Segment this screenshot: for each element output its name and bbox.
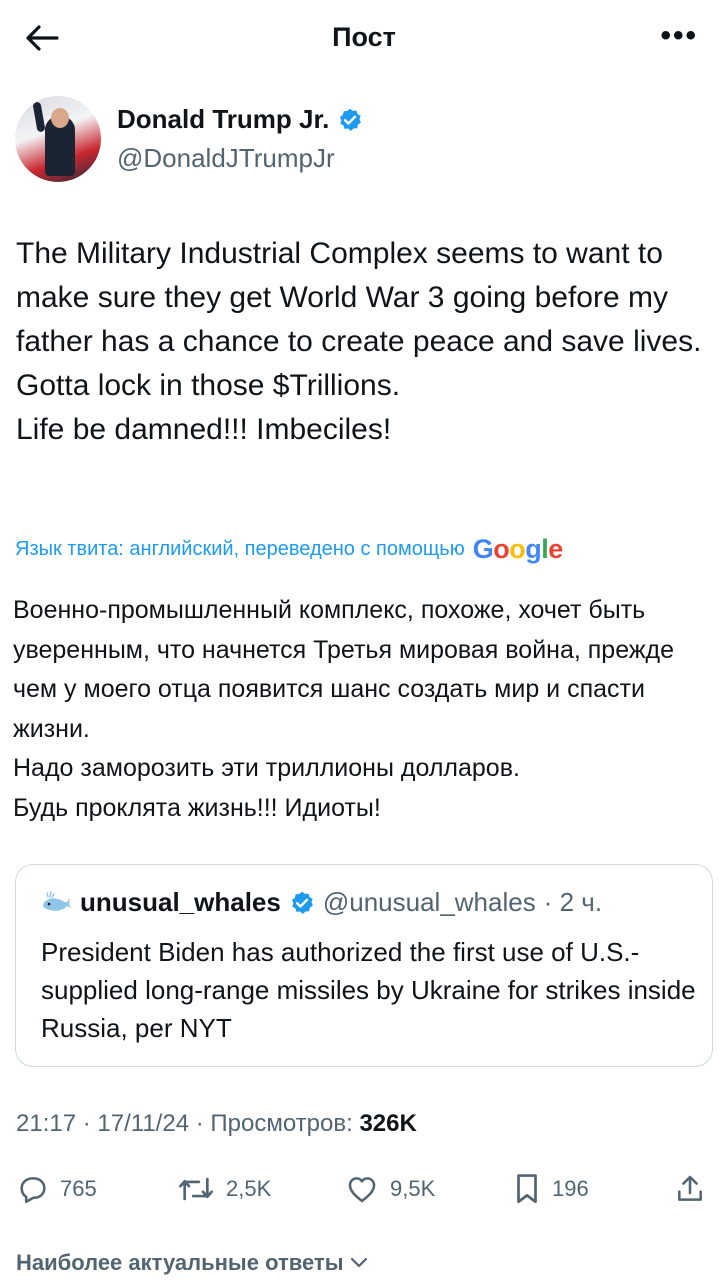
tweet-date: 17/11/24 (97, 1110, 190, 1137)
author-block: Donald Trump Jr. @DonaldJTrumpJr (15, 96, 363, 186)
verified-badge-icon (340, 108, 362, 131)
google-logo: Google (472, 534, 564, 564)
quote-time: · 2 ч. (543, 887, 603, 917)
author-handle[interactable]: @DonaldJTrumpJr (117, 143, 363, 174)
avatar[interactable] (15, 96, 101, 182)
like-icon (348, 1177, 376, 1203)
author-name-row[interactable]: Donald Trump Jr. (117, 104, 363, 135)
views-label: Просмотров: (210, 1110, 353, 1137)
action-bar: 765 2,5K 9,5K 196 (0, 1168, 728, 1212)
tweet-text: The Military Industrial Complex seems to… (16, 237, 702, 446)
views-count[interactable]: 326K (359, 1110, 416, 1137)
tweet-meta: 21:17 · 17/11/24 · Просмотров: 326K (16, 1110, 417, 1137)
repost-icon (179, 1177, 213, 1201)
translation-note[interactable]: Язык твита: английский, переведено с пом… (15, 534, 715, 565)
like-count: 9,5K (390, 1176, 436, 1201)
reply-button[interactable]: 765 (16, 1172, 97, 1206)
bookmark-icon (517, 1174, 537, 1204)
chevron-down-icon (351, 1257, 368, 1268)
whale-icon (43, 890, 71, 911)
replies-sort-button[interactable]: Наиболее актуальные ответы (16, 1250, 369, 1276)
reply-icon (20, 1177, 46, 1204)
repost-count: 2,5K (226, 1176, 272, 1201)
replies-sort-label: Наиболее актуальные ответы (16, 1250, 344, 1275)
quoted-tweet[interactable]: unusual_whales @unusual_whales · 2 ч. Pr… (15, 864, 713, 1067)
quote-author-handle: @unusual_whales (322, 887, 536, 917)
quote-text: President Biden has authorized the first… (41, 937, 696, 1043)
more-button[interactable]: ••• (660, 19, 698, 52)
quote-author-name: unusual_whales (80, 887, 281, 917)
page-title: Пост (332, 22, 396, 52)
bookmark-count: 196 (552, 1176, 589, 1201)
verified-badge-icon (291, 891, 313, 914)
author-display-name: Donald Trump Jr. (117, 104, 330, 134)
tweet-time: 21:17 (16, 1110, 77, 1137)
share-icon (678, 1175, 702, 1201)
more-icon: ••• (660, 19, 698, 52)
share-button[interactable] (674, 1172, 706, 1206)
like-button[interactable]: 9,5K (344, 1172, 435, 1206)
top-bar: Пост ••• (0, 0, 728, 78)
translation-note-label: Язык твита: английский, переведено с пом… (15, 538, 465, 560)
reply-count: 765 (60, 1176, 97, 1201)
translated-text: Военно-промышленный комплекс, похоже, хо… (13, 596, 675, 822)
bookmark-button[interactable]: 196 (512, 1172, 589, 1206)
repost-button[interactable]: 2,5K (176, 1172, 271, 1206)
